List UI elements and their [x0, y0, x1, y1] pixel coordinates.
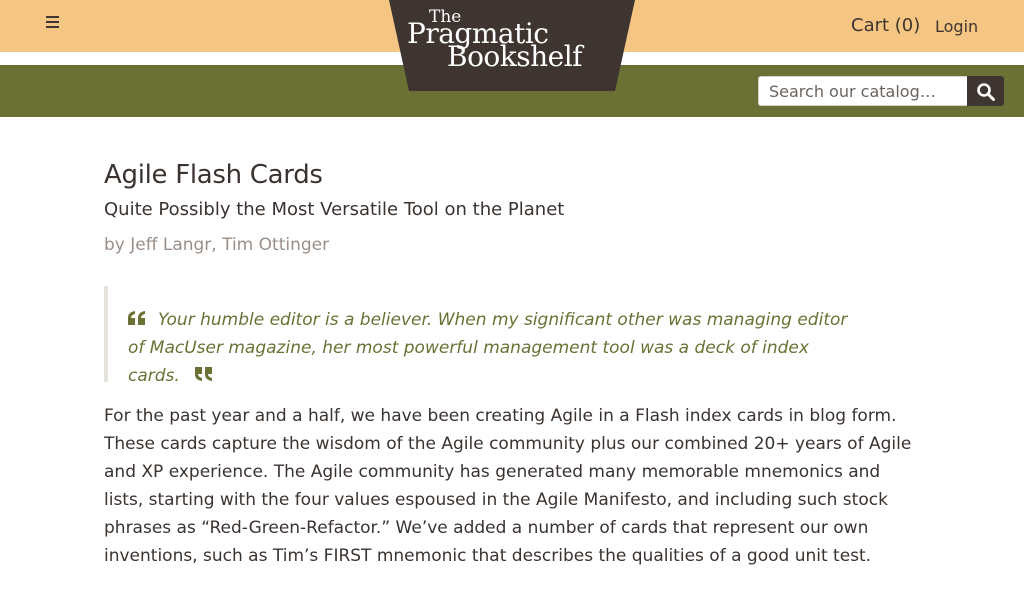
search-input[interactable]	[758, 76, 967, 106]
login-link[interactable]: Login	[935, 17, 978, 36]
logo-text: The Pragmatic Bookshelf	[389, 0, 635, 91]
book-authors: by Jeff Langr, Tim Ottinger	[104, 235, 330, 255]
hamburger-icon[interactable]	[46, 15, 60, 29]
quote-text: Your humble editor is a believer. When m…	[128, 310, 848, 386]
book-content: Agile Flash Cards Quite Possibly the Mos…	[104, 155, 924, 566]
search-icon	[977, 83, 995, 101]
page-title: Agile Flash Cards	[104, 160, 323, 190]
quote-close-icon	[194, 367, 212, 381]
cart-link[interactable]: Cart (0)	[851, 15, 920, 36]
editor-quote: Your humble editor is a believer. When m…	[104, 286, 894, 386]
quote-open-icon	[128, 311, 145, 325]
book-subtitle: Quite Possibly the Most Versatile Tool o…	[104, 199, 565, 220]
search-button[interactable]	[967, 76, 1004, 106]
logo-line-bookshelf: Bookshelf	[447, 40, 583, 73]
book-description: For the past year and a half, we have be…	[104, 406, 912, 566]
site-logo[interactable]: The Pragmatic Bookshelf	[389, 0, 635, 91]
